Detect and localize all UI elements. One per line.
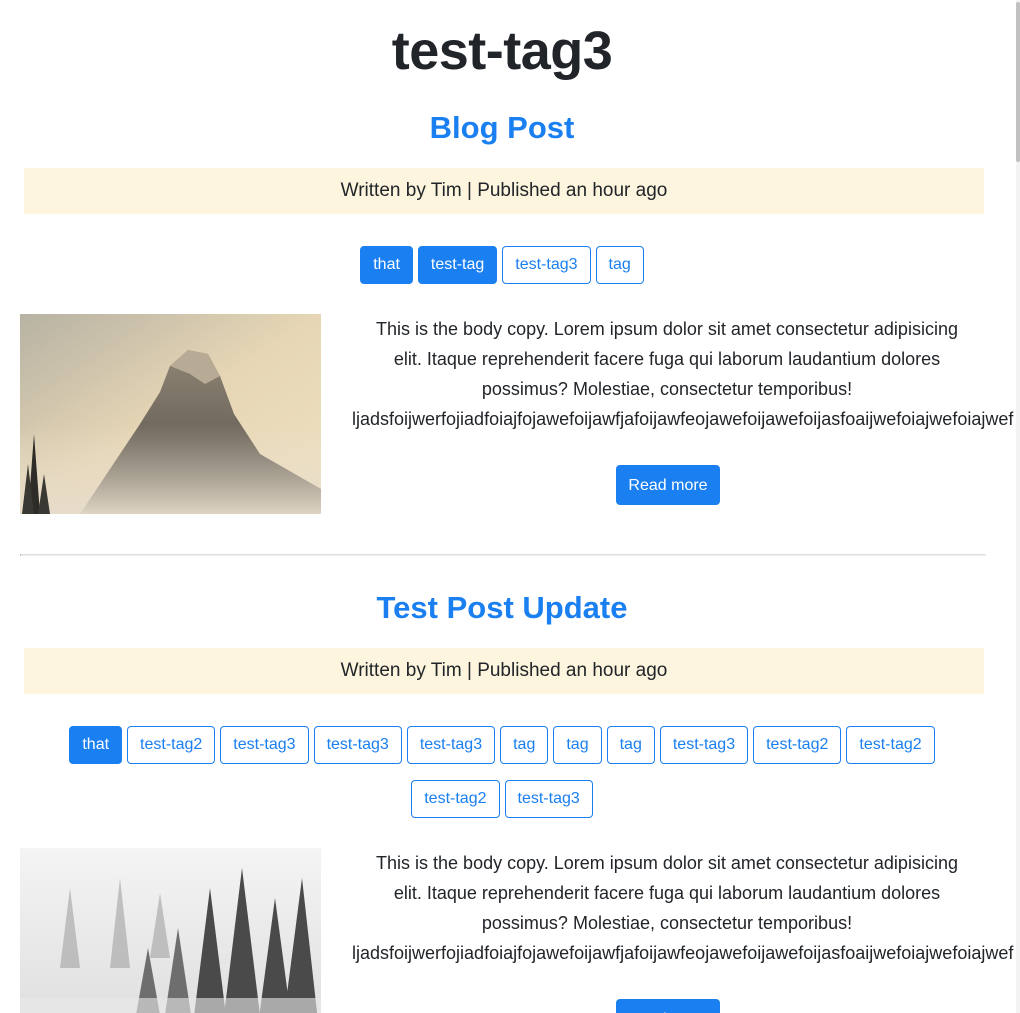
tag-button[interactable]: test-tag2 [753,726,842,764]
read-more-button[interactable]: Read more [616,465,720,505]
tag-button[interactable]: that [69,726,123,764]
tag-button[interactable]: test-tag3 [504,780,593,818]
post-meta: Written by Tim | Published an hour ago [24,648,984,694]
tag-button[interactable]: that [360,246,413,284]
body-line: possimus? Molestiae, consectetur tempori… [481,379,853,399]
scrollbar-thumb[interactable] [1016,2,1020,162]
post-body-copy: This is the body copy. Lorem ipsum dolor… [352,848,1013,968]
blog-post: Test Post Update Written by Tim | Publis… [0,588,1013,1013]
viewport: test-tag3 Blog Post Written by Tim | Pub… [0,0,1020,1013]
read-more-button[interactable]: Read more [616,999,720,1013]
tag-list: that test-tag2 test-tag3 test-tag3 test-tag3… [0,726,1004,834]
post-body-copy: This is the body copy. Lorem ipsum dolor… [352,314,1013,434]
body-line: possimus? Molestiae, consectetur tempori… [481,913,853,933]
post-title[interactable]: Blog Post [0,108,1004,148]
tag-button[interactable]: tag [595,246,644,284]
tag-button[interactable]: test-tag2 [846,726,935,764]
page-title: test-tag3 [391,21,613,81]
post-body-row: This is the body copy. Lorem ipsum dolor… [0,314,1013,514]
tag-list: that test-tag test-tag3 tag [0,246,1004,300]
body-line: This is the body copy. Lorem ipsum dolor… [376,319,958,339]
tag-button[interactable]: test-tag3 [313,726,402,764]
post-title[interactable]: Test Post Update [0,588,1004,628]
tag-button[interactable]: test-tag3 [502,246,591,284]
tag-button[interactable]: test-tag2 [127,726,216,764]
mountain-image [20,314,321,514]
body-line: elit. Itaque reprehenderit facere fuga q… [393,883,941,903]
blog-post: Blog Post Written by Tim | Published an … [0,108,1013,514]
tag-button[interactable]: tag [553,726,602,764]
tag-button[interactable]: tag [500,726,549,764]
tag-button[interactable]: test-tag3 [659,726,749,764]
scrollbar[interactable] [1016,0,1020,1013]
post-divider [20,554,986,556]
forest-fog-image [20,848,321,1013]
post-meta: Written by Tim | Published an hour ago [24,168,984,214]
tag-button[interactable]: test-tag2 [411,780,500,818]
body-line: ljadsfoijwerfojiadfoiajfojawefoijawfjafo… [352,943,1014,963]
tag-button[interactable]: test-tag3 [220,726,309,764]
body-line: This is the body copy. Lorem ipsum dolor… [376,853,958,873]
tag-button[interactable]: test-tag3 [406,726,496,764]
tag-button[interactable]: tag [606,726,655,764]
page: test-tag3 Blog Post Written by Tim | Pub… [0,0,1013,1013]
tag-button[interactable]: test-tag [417,246,498,284]
body-line: ljadsfoijwerfojiadfoiajfojawefoijawfjafo… [352,409,1014,429]
body-line: elit. Itaque reprehenderit facere fuga q… [393,349,941,369]
post-body-row: This is the body copy. Lorem ipsum dolor… [0,848,1013,1013]
